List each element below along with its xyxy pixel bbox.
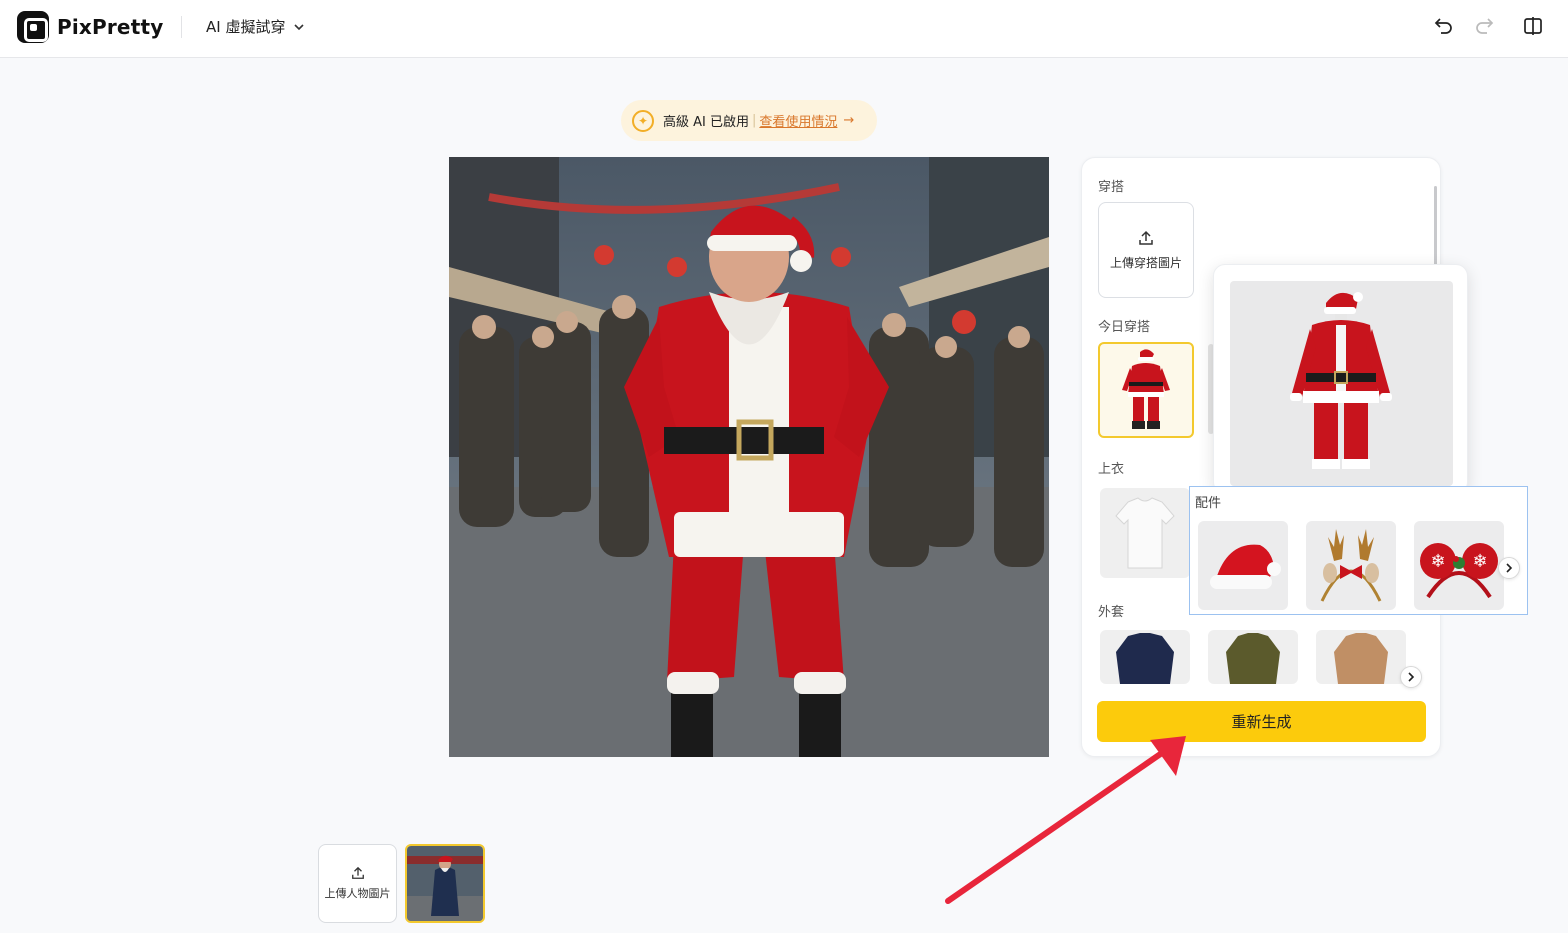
regenerate-button[interactable]: 重新生成	[1097, 701, 1426, 742]
view-usage-link[interactable]: 查看使用情況	[759, 111, 837, 130]
christmas-ears-headband-image: ❄ ❄	[1420, 543, 1498, 599]
person-thumbnail-image	[407, 846, 483, 921]
arrow-right-icon: →	[843, 113, 855, 128]
navy-jacket-image	[1116, 633, 1174, 684]
upload-icon	[1139, 230, 1153, 245]
header-divider	[181, 16, 182, 38]
ai-status-banner: ✦ 高級 AI 已啟用 | 查看使用情況 →	[621, 100, 877, 141]
redo-icon	[1476, 18, 1494, 34]
svg-text:❄: ❄	[1472, 551, 1487, 572]
tops-item-white-tshirt[interactable]	[1100, 488, 1190, 578]
accessories-next-button[interactable]	[1498, 557, 1520, 579]
undo-icon	[1434, 18, 1452, 34]
accessory-item-christmas-ears-headband[interactable]: ❄ ❄	[1414, 521, 1504, 610]
accessory-item-reindeer-headband[interactable]	[1306, 521, 1396, 610]
chevron-down-icon	[294, 23, 305, 30]
outerwear-next-button[interactable]	[1400, 666, 1422, 688]
tool-selector-label: AI 虛擬試穿	[206, 18, 286, 36]
upload-outfit-button[interactable]: 上傳穿搭圖片	[1098, 202, 1194, 298]
tool-selector-dropdown[interactable]: AI 虛擬試穿	[206, 16, 305, 37]
person-thumbnail-selected[interactable]	[405, 844, 485, 923]
today-outfit-section-label: 今日穿搭	[1098, 320, 1151, 335]
accessory-item-santa-hat[interactable]	[1198, 521, 1288, 610]
upload-person-label: 上傳人物圖片	[324, 887, 391, 900]
app-logo[interactable]: PixPretty	[17, 11, 163, 43]
sparkle-icon: ✦	[632, 109, 654, 132]
result-image-illustration	[449, 157, 1049, 757]
santa-suit-preview-image	[1230, 281, 1453, 486]
undo-button[interactable]	[1432, 14, 1456, 38]
santa-suit-preview-illustration	[1290, 292, 1392, 469]
outerwear-item-olive-trench[interactable]	[1208, 630, 1298, 684]
olive-trench-image	[1226, 633, 1280, 684]
outfit-section-label: 穿搭	[1098, 180, 1125, 195]
outerwear-item-navy-jacket[interactable]	[1100, 630, 1190, 684]
chevron-right-icon	[1408, 672, 1415, 682]
outfit-preview-popup	[1213, 264, 1468, 494]
accessories-section-label: 配件	[1195, 496, 1222, 511]
top-bar: PixPretty AI 虛擬試穿	[0, 0, 1568, 58]
santa-hat-image	[1210, 544, 1281, 589]
panel-scrollbar-thumb[interactable]	[1434, 186, 1437, 266]
redo-button[interactable]	[1472, 14, 1496, 38]
today-outfit-santa-suit[interactable]	[1098, 342, 1194, 438]
outerwear-item-camel-coat[interactable]	[1316, 630, 1406, 684]
ai-status-text: 高級 AI 已啟用	[663, 115, 749, 130]
compare-split-icon	[1524, 17, 1542, 35]
outerwear-section-label: 外套	[1098, 605, 1125, 620]
upload-person-button[interactable]: 上傳人物圖片	[318, 844, 397, 923]
ai-banner-separator: |	[752, 113, 757, 128]
upload-outfit-label: 上傳穿搭圖片	[1109, 255, 1182, 270]
chevron-right-icon	[1506, 563, 1513, 573]
santa-suit-image	[1122, 349, 1170, 429]
reindeer-headband-image	[1320, 529, 1382, 602]
svg-text:❄: ❄	[1430, 551, 1445, 572]
tops-section-label: 上衣	[1098, 462, 1125, 477]
logo-icon	[17, 11, 49, 43]
camel-coat-image	[1334, 633, 1388, 684]
result-image	[449, 157, 1049, 757]
white-tshirt-image	[1115, 497, 1175, 569]
app-name: PixPretty	[57, 15, 164, 39]
compare-button[interactable]	[1521, 14, 1545, 38]
accessories-panel: 配件 ❄ ❄	[1189, 486, 1528, 615]
upload-icon	[351, 866, 364, 879]
